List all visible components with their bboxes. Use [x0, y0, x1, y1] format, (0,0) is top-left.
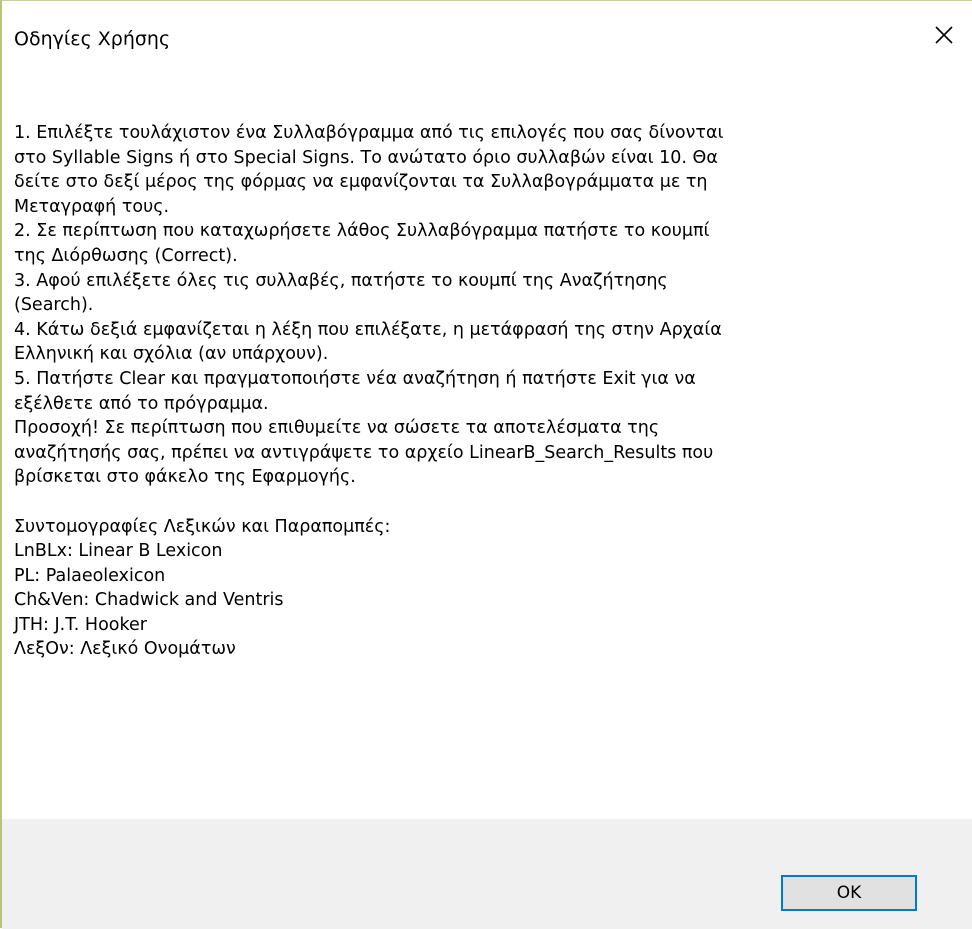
instruction-line: της Διόρθωσης (Correct).	[14, 245, 238, 266]
instruction-line: στο Syllable Signs ή στο Special Signs. …	[14, 147, 718, 168]
abbreviations-heading: Συντομογραφίες Λεξικών και Παραπομπές:	[14, 516, 391, 537]
instructions-dialog: Οδηγίες Χρήσης 1. Επιλέξτε τουλάχιστον έ…	[0, 0, 972, 929]
warning-line: Προσοχή! Σε περίπτωση που επιθυμείτε να …	[14, 418, 660, 439]
instruction-line: 3. Αφού επιλέξετε όλες τις συλλαβές, πατ…	[14, 270, 668, 291]
window-title: Οδηγίες Χρήσης	[14, 28, 171, 50]
abbreviation-item: JTH: J.T. Hooker	[14, 614, 147, 635]
button-bar: OK	[2, 819, 972, 929]
instructions-text: 1. Επιλέξτε τουλάχιστον ένα Συλλαβόγραμμ…	[14, 121, 914, 662]
warning-line: αναζήτησής σας, πρέπει να αντιγράψετε το…	[14, 442, 714, 463]
warning-line: βρίσκεται στο φάκελο της Εφαρμογής.	[14, 467, 356, 488]
abbreviation-item: LnBLx: Linear B Lexicon	[14, 541, 223, 562]
instruction-line: Ελληνική και σχόλια (αν υπάρχουν).	[14, 344, 329, 365]
instruction-line: 4. Κάτω δεξιά εμφανίζεται η λέξη που επι…	[14, 319, 722, 340]
instructions-content: 1. Επιλέξτε τουλάχιστον ένα Συλλαβόγραμμ…	[14, 121, 914, 801]
instruction-line: 2. Σε περίπτωση που καταχωρήσετε λάθος Σ…	[14, 221, 710, 242]
instruction-line: δείτε στο δεξί μέρος της φόρμας να εμφαν…	[14, 172, 708, 193]
abbreviation-item: Ch&Ven: Chadwick and Ventris	[14, 590, 284, 611]
abbreviation-item: PL: Palaeolexicon	[14, 565, 166, 586]
instruction-line: Μεταγραφή τους.	[14, 196, 170, 217]
ok-button[interactable]: OK	[781, 875, 917, 911]
abbreviation-item: ΛεξΟν: Λεξικό Ονομάτων	[14, 639, 236, 660]
close-button[interactable]	[916, 11, 972, 59]
instruction-line: εξέλθετε από το πρόγραμμα.	[14, 393, 269, 414]
instruction-line: 1. Επιλέξτε τουλάχιστον ένα Συλλαβόγραμμ…	[14, 123, 724, 143]
instruction-line: 5. Πατήστε Clear και πραγματοποιήστε νέα…	[14, 368, 696, 389]
title-bar: Οδηγίες Χρήσης	[2, 1, 972, 79]
close-icon	[935, 26, 953, 44]
instruction-line: (Search).	[14, 295, 94, 316]
